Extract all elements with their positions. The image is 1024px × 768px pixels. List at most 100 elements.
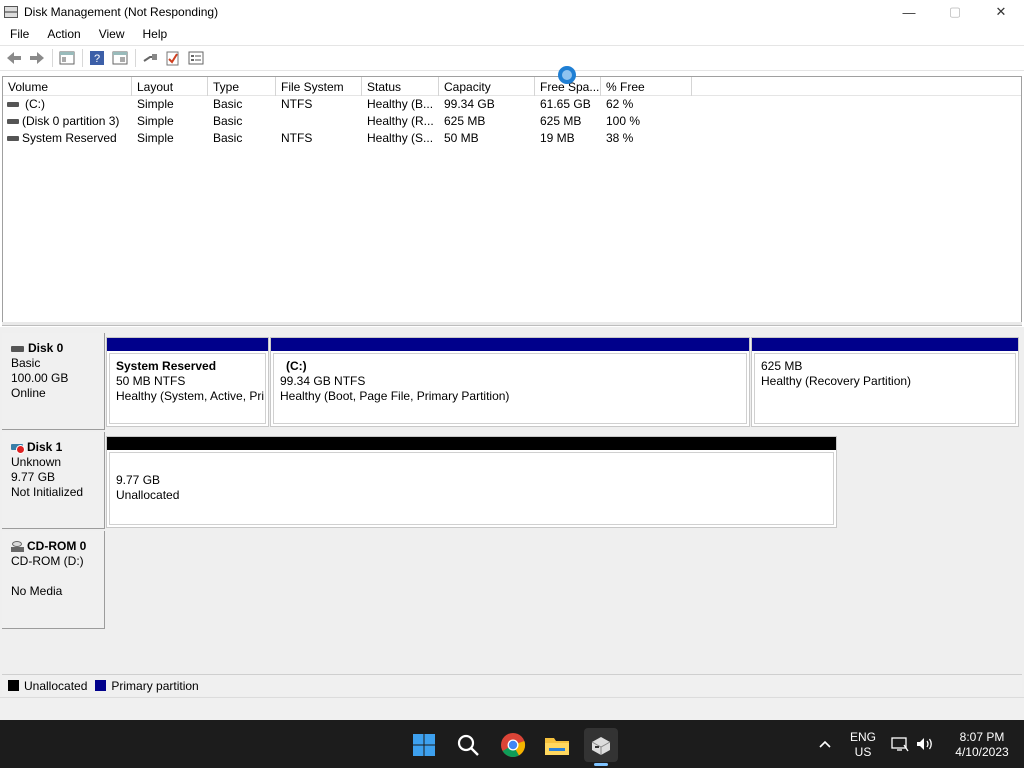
disk-0-label[interactable]: Disk 0 Basic 100.00 GB Online — [2, 333, 105, 430]
primary-partition-bar — [271, 338, 749, 351]
network-icon[interactable] — [890, 720, 910, 768]
partition-size: 50 MB NTFS — [116, 374, 186, 388]
partition-body: (C:) 99.34 GB NTFS Healthy (Boot, Page F… — [273, 353, 747, 424]
connect-icon[interactable] — [141, 49, 159, 67]
cell-capacity: 625 MB — [444, 114, 486, 128]
disk-1-label[interactable]: Disk 1 Unknown 9.77 GB Not Initialized — [2, 432, 105, 529]
show-hidden-icons-chevron-icon[interactable] — [815, 720, 835, 768]
cell-type: Basic — [213, 114, 243, 128]
clock-time: 8:07 PM — [959, 730, 1005, 744]
screen: Disk Management (Not Responding) — ▢ ✕ F… — [0, 0, 1024, 768]
busy-cursor-icon — [558, 66, 576, 84]
volume-list[interactable]: Volume Layout Type File System Status Ca… — [2, 76, 1022, 324]
minimize-button[interactable]: — — [886, 0, 932, 24]
cell-free-space: 625 MB — [540, 114, 582, 128]
partition-size: 625 MB — [761, 359, 803, 373]
check-icon[interactable] — [164, 49, 182, 67]
menu-action[interactable]: Action — [37, 27, 88, 41]
disk-0-name-row: Disk 0 — [11, 341, 104, 356]
partition-size: 99.34 GB NTFS — [280, 374, 366, 388]
table-row[interactable]: (C:) Simple Basic NTFS Healthy (B... 99.… — [3, 96, 1021, 113]
cell-layout: Simple — [137, 97, 174, 111]
settings-panel-icon[interactable] — [187, 49, 205, 67]
cdrom-0-label[interactable]: CD-ROM 0 CD-ROM (D:) No Media — [2, 531, 105, 629]
file-explorer-icon[interactable] — [540, 728, 574, 762]
cell-status: Healthy (S... — [367, 131, 434, 145]
table-row[interactable]: System Reserved Simple Basic NTFS Health… — [3, 130, 1021, 147]
language-indicator[interactable]: ENG US — [843, 720, 883, 768]
language-label: ENG — [849, 730, 876, 744]
svg-text:?: ? — [94, 53, 100, 65]
toolbar-separator — [135, 49, 136, 67]
clock[interactable]: 8:07 PM 4/10/2023 — [942, 720, 1022, 768]
cell-layout: Simple — [137, 131, 174, 145]
help-icon[interactable]: ? — [88, 49, 106, 67]
volume-icon — [7, 136, 19, 141]
pane-splitter[interactable] — [2, 322, 1022, 326]
cdrom-0-name-row: CD-ROM 0 — [11, 539, 104, 554]
partition-recovery[interactable]: 625 MB Healthy (Recovery Partition) — [751, 337, 1019, 427]
maximize-button[interactable]: ▢ — [932, 0, 978, 24]
back-icon[interactable] — [5, 49, 23, 67]
partition-body: System Reserved 50 MB NTFS Healthy (Syst… — [109, 353, 266, 424]
column-header-layout[interactable]: Layout — [132, 77, 208, 96]
chrome-icon[interactable] — [496, 728, 530, 762]
cd-drive-icon — [11, 540, 25, 553]
cell-percent-free: 100 % — [606, 114, 641, 128]
cell-file-system: NTFS — [281, 131, 313, 145]
console-tree-icon[interactable] — [58, 49, 76, 67]
disk-management-app-icon — [4, 6, 18, 18]
column-header-volume[interactable]: Volume — [3, 77, 132, 96]
cdrom-0-state: No Media — [11, 584, 63, 598]
partition-status: Healthy (Recovery Partition) — [761, 374, 912, 388]
disk-error-icon — [11, 442, 25, 454]
legend-label-primary: Primary partition — [111, 678, 199, 693]
column-header-status[interactable]: Status — [362, 77, 439, 96]
partition-status: Healthy (System, Active, Pri — [116, 389, 265, 403]
forward-icon[interactable] — [28, 49, 46, 67]
disk-management-icon[interactable] — [584, 728, 618, 762]
disk-0-type: Basic — [11, 356, 41, 370]
cell-file-system — [281, 113, 361, 130]
properties-icon[interactable] — [111, 49, 129, 67]
table-row[interactable]: (Disk 0 partition 3) Simple Basic Health… — [3, 113, 1021, 130]
cell-percent-free: 62 % — [606, 97, 634, 111]
cell-volume: System Reserved — [22, 131, 117, 145]
menu-view[interactable]: View — [89, 27, 133, 41]
column-header-file-system[interactable]: File System — [276, 77, 362, 96]
disk-0-state: Online — [11, 386, 46, 400]
partition-name: (C:) — [286, 359, 307, 373]
windows-start-icon[interactable] — [407, 728, 441, 762]
partition-system-reserved[interactable]: System Reserved 50 MB NTFS Healthy (Syst… — [106, 337, 269, 427]
column-header-capacity[interactable]: Capacity — [439, 77, 535, 96]
unallocated-bar — [107, 437, 836, 450]
cell-free-space: 19 MB — [540, 131, 575, 145]
primary-partition-bar — [107, 338, 268, 351]
disk-1-name: Disk 1 — [27, 440, 63, 454]
disk-1-size: 9.77 GB — [11, 470, 56, 484]
title-bar: Disk Management (Not Responding) — ▢ ✕ — [0, 0, 1024, 24]
legend: Unallocated Primary partition — [2, 674, 1022, 696]
menu-file[interactable]: File — [0, 27, 37, 41]
cell-status: Healthy (R... — [367, 114, 434, 128]
partition-unallocated[interactable]: 9.77 GB Unallocated — [106, 436, 837, 528]
disk-1-type: Unknown — [11, 455, 62, 469]
search-icon[interactable] — [451, 728, 485, 762]
column-header-type[interactable]: Type — [208, 77, 276, 96]
region-label: US — [854, 745, 872, 759]
toolbar-separator — [52, 49, 53, 67]
hard-disk-icon — [11, 345, 24, 352]
cell-type: Basic — [213, 97, 243, 111]
partition-c[interactable]: (C:) 99.34 GB NTFS Healthy (Boot, Page F… — [270, 337, 750, 427]
cdrom-0-name: CD-ROM 0 — [27, 539, 87, 553]
disk-0-size: 100.00 GB — [11, 371, 69, 385]
close-button[interactable]: ✕ — [978, 0, 1024, 24]
cell-type: Basic — [213, 131, 243, 145]
cell-volume: (Disk 0 partition 3) — [22, 114, 120, 128]
menu-help[interactable]: Help — [133, 27, 176, 41]
volume-icon[interactable] — [914, 720, 936, 768]
column-header-percent-free[interactable]: % Free — [601, 77, 692, 96]
cdrom-0-spacer — [11, 569, 104, 584]
disk-0-name: Disk 0 — [28, 341, 64, 355]
clock-date: 4/10/2023 — [955, 745, 1009, 759]
